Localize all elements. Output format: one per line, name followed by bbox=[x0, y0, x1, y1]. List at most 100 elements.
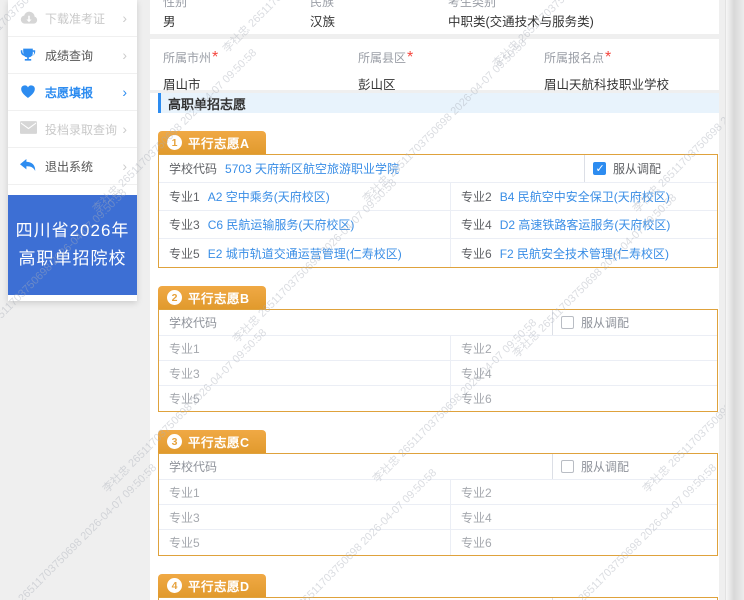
sidebar-item-exit-system[interactable]: 退出系统 › bbox=[8, 148, 137, 185]
banner-line2: 高职单招院校 bbox=[18, 249, 127, 269]
field-label: 性别 bbox=[163, 0, 188, 9]
page-title: 高职单招志愿 bbox=[168, 96, 247, 112]
field-value: 彭山区 bbox=[358, 78, 396, 92]
major-slot-5[interactable]: 专业5 bbox=[159, 530, 451, 555]
envelope-icon bbox=[20, 121, 38, 137]
obey-label: 服从调配 bbox=[613, 162, 662, 176]
chevron-right-icon: › bbox=[122, 47, 127, 63]
major-slot-6[interactable]: 专业6 F2 民航安全技术管理(仁寿校区) bbox=[451, 239, 717, 267]
obey-checkbox[interactable] bbox=[561, 460, 574, 473]
sidebar-item-volunteer-fill[interactable]: 志愿填报 › bbox=[8, 74, 137, 111]
major-slot-5[interactable]: 专业5 bbox=[159, 386, 451, 411]
major-slot-5[interactable]: 专业5 E2 城市轨道交通运营管理(仁寿校区) bbox=[159, 239, 451, 267]
required-asterisk: * bbox=[212, 49, 219, 66]
major-label: 专业3 bbox=[169, 366, 200, 381]
field-value: 汉族 bbox=[310, 15, 336, 29]
required-asterisk: * bbox=[605, 49, 612, 66]
section-accent-bar bbox=[158, 93, 161, 113]
school-link[interactable]: 5703 天府新区航空旅游职业学院 bbox=[225, 160, 399, 177]
cloud-download-icon bbox=[20, 10, 38, 26]
major-slot-6[interactable]: 专业6 bbox=[451, 386, 717, 411]
major-slot-1[interactable]: 专业1 A2 空中乘务(天府校区) bbox=[159, 183, 451, 210]
school-cell[interactable]: 学校代码 5703 天府新区航空旅游职业学院 bbox=[159, 160, 584, 177]
major-row: 专业5 E2 城市轨道交通运营管理(仁寿校区) 专业6 F2 民航安全技术管理(仁寿… bbox=[159, 239, 717, 267]
major-label: 专业3 bbox=[169, 510, 200, 525]
obey-cell: 服从调配 bbox=[584, 155, 717, 182]
school-code-label: 学校代码 bbox=[169, 460, 218, 474]
tab-number-badge: 3 bbox=[167, 434, 182, 449]
volunteer-section-b: 2 平行志愿B 学校代码 服从调配 专业1 专业2 专业3 专业4 专业5 专业… bbox=[158, 286, 718, 412]
obey-cell: 服从调配 bbox=[552, 454, 717, 479]
volunteer-table: 学校代码 服从调配 专业1 专业2 专业3 专业4 bbox=[158, 453, 718, 556]
major-label: 专业2 bbox=[461, 341, 492, 356]
field-value: 眉山市 bbox=[163, 78, 201, 92]
major-label: 专业5 bbox=[169, 246, 200, 261]
school-code-label: 学校代码 bbox=[169, 162, 218, 176]
profile-row-basic: 性别 男 民族 汉族 考生类别 中职类(交通技术与服务类) bbox=[150, 0, 719, 34]
major-label: 专业5 bbox=[169, 536, 200, 550]
major-slot-3[interactable]: 专业3 bbox=[159, 361, 451, 385]
major-slot-3[interactable]: 专业3 C6 民航运输服务(天府校区) bbox=[159, 211, 451, 238]
field-gender: 性别 男 bbox=[163, 0, 310, 34]
major-slot-2[interactable]: 专业2 B4 民航空中安全保卫(天府校区) bbox=[451, 183, 717, 210]
sidebar-item-label: 退出系统 bbox=[45, 159, 94, 174]
sidebar-item-admission-query[interactable]: 投档录取查询 › bbox=[8, 111, 137, 148]
school-code-label: 学校代码 bbox=[169, 316, 218, 330]
major-row: 专业1 A2 空中乘务(天府校区) 专业2 B4 民航空中安全保卫(天府校区) bbox=[159, 183, 717, 211]
sidebar-item-score-query[interactable]: 成绩查询 › bbox=[8, 37, 137, 74]
volunteer-tab-d: 4 平行志愿D bbox=[158, 574, 266, 597]
volunteer-section-a: 1 平行志愿A 学校代码 5703 天府新区航空旅游职业学院 服从调配 专业1 A… bbox=[158, 131, 718, 268]
chevron-right-icon: › bbox=[122, 158, 127, 174]
major-label: 专业4 bbox=[461, 218, 492, 232]
school-cell[interactable]: 学校代码 bbox=[159, 458, 552, 475]
tab-number-badge: 4 bbox=[167, 578, 182, 593]
major-slot-3[interactable]: 专业3 bbox=[159, 505, 451, 529]
sidebar-banner: 四川省2026年 高职单招院校 bbox=[8, 195, 137, 296]
major-slot-1[interactable]: 专业1 bbox=[159, 480, 451, 504]
volunteer-tab-c: 3 平行志愿C bbox=[158, 430, 266, 453]
major-row: 专业3 专业4 bbox=[159, 505, 717, 530]
obey-checkbox[interactable] bbox=[593, 162, 606, 175]
obey-label: 服从调配 bbox=[581, 460, 630, 474]
obey-cell: 服从调配 bbox=[552, 310, 717, 335]
sidebar-item-label: 下载准考证 bbox=[45, 11, 106, 26]
field-signup-point: 所属报名点* 眉山天航科技职业学校 bbox=[544, 49, 719, 92]
tab-title: 平行志愿C bbox=[188, 436, 250, 450]
heart-icon bbox=[20, 84, 38, 100]
major-slot-4[interactable]: 专业4 D2 高速铁路客运服务(天府校区) bbox=[451, 211, 717, 238]
field-candidate-category: 考生类别 中职类(交通技术与服务类) bbox=[448, 0, 719, 34]
major-value: C6 民航运输服务(天府校区) bbox=[207, 218, 355, 232]
reply-icon bbox=[20, 158, 38, 174]
tab-title: 平行志愿D bbox=[188, 580, 250, 594]
watermark-text: 李社忠 26511703750698 2026-04-07 09:50:58 bbox=[0, 461, 160, 600]
field-label: 考生类别 bbox=[448, 0, 497, 9]
school-cell[interactable]: 学校代码 bbox=[159, 314, 552, 331]
volunteer-section-d: 4 平行志愿D 学校代码 服从调配 专业1 专业2 bbox=[158, 574, 718, 600]
field-city: 所属市州* 眉山市 bbox=[163, 49, 358, 92]
major-label: 专业4 bbox=[461, 510, 492, 525]
major-label: 专业6 bbox=[461, 246, 492, 261]
required-asterisk: * bbox=[407, 49, 414, 66]
major-slot-2[interactable]: 专业2 bbox=[451, 336, 717, 360]
field-label: 所属市州 bbox=[163, 51, 212, 65]
tab-title: 平行志愿B bbox=[188, 292, 250, 306]
field-district: 所属县区* 彭山区 bbox=[358, 49, 544, 92]
field-ethnicity: 民族 汉族 bbox=[310, 0, 448, 34]
major-slot-4[interactable]: 专业4 bbox=[451, 361, 717, 385]
major-label: 专业3 bbox=[169, 218, 200, 232]
sidebar: 下载准考证 › 成绩查询 › 志愿填报 › 投档录取查询 › 退出系统 › 四川… bbox=[8, 0, 137, 302]
obey-checkbox[interactable] bbox=[561, 316, 574, 329]
major-slot-6[interactable]: 专业6 bbox=[451, 530, 717, 555]
major-slot-1[interactable]: 专业1 bbox=[159, 336, 451, 360]
scrollbar[interactable] bbox=[725, 0, 744, 600]
major-row: 专业1 专业2 bbox=[159, 336, 717, 361]
sidebar-item-download-ticket[interactable]: 下载准考证 › bbox=[8, 0, 137, 37]
major-slot-2[interactable]: 专业2 bbox=[451, 480, 717, 504]
major-value: A2 空中乘务(天府校区) bbox=[207, 190, 330, 204]
major-label: 专业6 bbox=[461, 536, 492, 550]
major-slot-4[interactable]: 专业4 bbox=[451, 505, 717, 529]
banner-line1: 四川省2026年 bbox=[15, 221, 130, 240]
volunteer-table: 学校代码 服从调配 专业1 专业2 专业3 专业4 bbox=[158, 309, 718, 412]
volunteer-panel: 高职单招志愿 1 平行志愿A 学校代码 5703 天府新区航空旅游职业学院 服从… bbox=[150, 93, 719, 600]
tab-number-badge: 2 bbox=[167, 290, 182, 305]
